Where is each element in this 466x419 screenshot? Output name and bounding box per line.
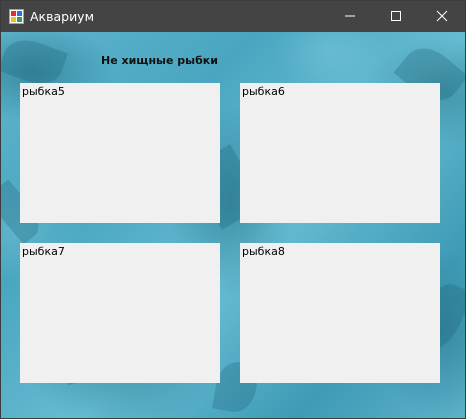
minimize-button[interactable]	[327, 1, 373, 32]
fish-panel-8[interactable]: рыбка8	[240, 243, 440, 383]
fish-panel-7[interactable]: рыбка7	[20, 243, 220, 383]
close-icon	[436, 7, 448, 26]
app-form-icon	[9, 9, 24, 24]
window-title: Аквариум	[30, 9, 95, 24]
fish-panel-label: рыбка8	[242, 245, 285, 258]
fish-panel-label: рыбка6	[242, 85, 285, 98]
app-window: Аквариум Не хищные рыбки рыбка5 рыбка6 р…	[0, 0, 466, 419]
title-bar[interactable]: Аквариум	[1, 1, 465, 32]
fish-panel-5[interactable]: рыбка5	[20, 83, 220, 223]
close-button[interactable]	[419, 1, 465, 32]
non-predatory-fish-label: Не хищные рыбки	[101, 54, 218, 67]
fish-panel-label: рыбка5	[22, 85, 65, 98]
minimize-icon	[344, 7, 356, 26]
fish-panel-6[interactable]: рыбка6	[240, 83, 440, 223]
maximize-button[interactable]	[373, 1, 419, 32]
fish-panel-label: рыбка7	[22, 245, 65, 258]
aquarium-background: Не хищные рыбки рыбка5 рыбка6 рыбка7 рыб…	[1, 32, 465, 418]
maximize-icon	[390, 7, 402, 26]
